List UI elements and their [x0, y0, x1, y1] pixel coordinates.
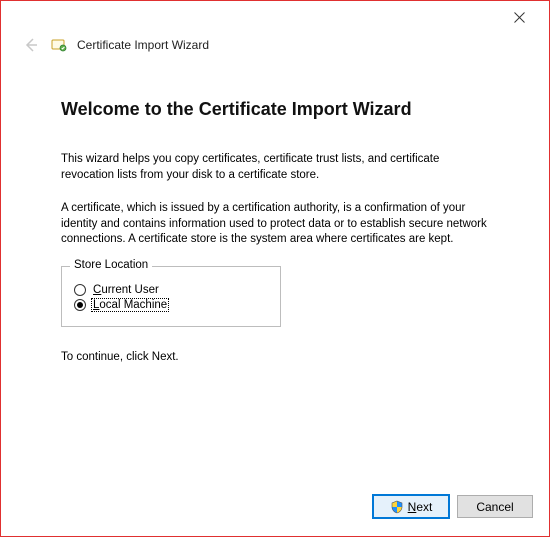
cancel-button[interactable]: Cancel	[457, 495, 533, 518]
titlebar	[1, 1, 549, 33]
intro-paragraph-2: A certificate, which is issued by a cert…	[61, 201, 495, 248]
back-arrow-icon	[22, 36, 40, 54]
radio-label-current-user: Current User	[92, 284, 160, 296]
radio-icon	[74, 299, 86, 311]
close-icon	[514, 12, 525, 23]
back-button	[21, 35, 41, 55]
intro-paragraph-1: This wizard helps you copy certificates,…	[61, 152, 495, 183]
radio-icon	[74, 284, 86, 296]
wizard-window: Certificate Import Wizard Welcome to the…	[0, 0, 550, 537]
wizard-title: Certificate Import Wizard	[77, 38, 209, 52]
store-location-legend: Store Location	[70, 259, 152, 271]
radio-label-local-machine: Local Machine	[92, 299, 168, 311]
radio-current-user[interactable]: Current User	[74, 284, 268, 296]
header-row: Certificate Import Wizard	[1, 33, 549, 63]
uac-shield-icon	[390, 500, 404, 514]
continue-text: To continue, click Next.	[61, 351, 495, 363]
store-location-group: Store Location Current User Local Machin…	[61, 266, 281, 327]
next-button[interactable]: Next	[373, 495, 449, 518]
page-heading: Welcome to the Certificate Import Wizard	[61, 99, 495, 120]
certificate-icon	[51, 37, 67, 53]
content-area: Welcome to the Certificate Import Wizard…	[1, 63, 549, 483]
radio-local-machine[interactable]: Local Machine	[74, 299, 268, 311]
cancel-button-label: Cancel	[476, 500, 513, 514]
footer: Next Cancel	[1, 483, 549, 536]
next-button-label: Next	[408, 500, 433, 514]
close-button[interactable]	[499, 3, 539, 31]
